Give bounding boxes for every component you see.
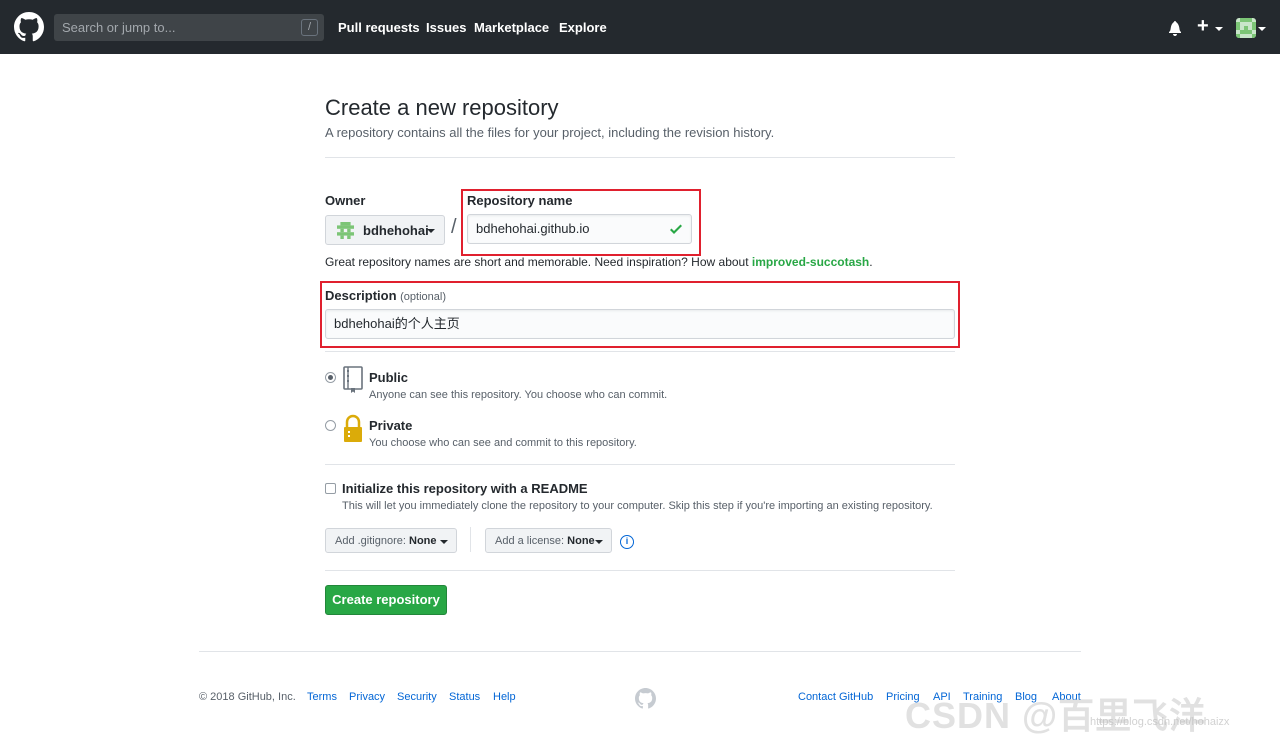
vertical-divider [470, 527, 471, 552]
create-repository-button[interactable]: Create repository [325, 585, 447, 615]
highlight-box-repo-name [461, 189, 701, 256]
chevron-down-icon [440, 540, 448, 544]
avatar[interactable] [1236, 18, 1256, 38]
footer-link-security[interactable]: Security [397, 691, 437, 703]
readme-description: This will let you immediately clone the … [342, 500, 933, 512]
search-placeholder: Search or jump to... [62, 20, 176, 35]
csdn-watermark-url: https://blog.csdn.net/hohaizx [1090, 716, 1230, 728]
github-mark-icon[interactable] [635, 688, 656, 709]
footer-link-terms[interactable]: Terms [307, 691, 337, 703]
lock-icon [344, 414, 362, 442]
footer-link-contact[interactable]: Contact GitHub [798, 691, 873, 703]
divider [325, 570, 955, 571]
nav-marketplace[interactable]: Marketplace [474, 20, 549, 35]
notification-bell-icon[interactable] [1168, 20, 1182, 36]
identicon-icon [1236, 18, 1256, 38]
repo-book-icon [343, 366, 363, 393]
license-select[interactable]: Add a license: None [485, 528, 612, 553]
chevron-down-icon [595, 540, 603, 544]
highlight-box-description [320, 281, 960, 348]
footer-link-privacy[interactable]: Privacy [349, 691, 385, 703]
public-title: Public [369, 370, 409, 385]
nav-pull-requests[interactable]: Pull requests [338, 20, 420, 35]
owner-value: bdhehohai [363, 223, 429, 238]
owner-label: Owner [325, 193, 366, 208]
private-description: You choose who can see and commit to thi… [369, 437, 637, 449]
owner-repo-separator: / [451, 216, 457, 238]
info-icon[interactable]: i [620, 535, 634, 549]
public-description: Anyone can see this repository. You choo… [369, 389, 668, 401]
csdn-watermark: CSDN @百里飞洋 [905, 695, 1207, 736]
divider [325, 351, 955, 352]
owner-identicon-icon [337, 222, 354, 239]
gitignore-select[interactable]: Add .gitignore: None [325, 528, 457, 553]
divider [325, 157, 955, 158]
chevron-down-icon [1215, 27, 1223, 31]
license-value: None [567, 535, 595, 547]
footer-copyright: © 2018 GitHub, Inc. [199, 691, 296, 703]
readme-label[interactable]: Initialize this repository with a README [342, 481, 588, 496]
nav-issues[interactable]: Issues [426, 20, 466, 35]
footer-link-status[interactable]: Status [449, 691, 480, 703]
footer-divider [199, 651, 1081, 652]
repo-name-hint: Great repository names are short and mem… [325, 255, 873, 269]
suggested-name-link[interactable]: improved-succotash [752, 255, 869, 269]
nav-explore[interactable]: Explore [559, 20, 607, 35]
private-title: Private [369, 418, 413, 433]
page-subtitle: A repository contains all the files for … [325, 125, 775, 140]
search-shortcut-key: / [301, 19, 318, 36]
github-logo-icon[interactable] [14, 12, 44, 42]
radio-public[interactable] [325, 372, 336, 383]
radio-private[interactable] [325, 420, 336, 431]
top-header: Search or jump to... / Pull requests Iss… [0, 0, 1280, 54]
chevron-down-icon [1258, 27, 1266, 31]
gitignore-value: None [409, 535, 437, 547]
page-title: Create a new repository [325, 95, 559, 120]
footer-link-help[interactable]: Help [493, 691, 516, 703]
search-input[interactable]: Search or jump to... / [54, 14, 324, 41]
divider [325, 464, 955, 465]
chevron-down-icon [427, 229, 435, 233]
owner-select[interactable]: bdhehohai [325, 215, 445, 245]
create-new-plus-icon[interactable]: + [1197, 15, 1209, 37]
readme-checkbox[interactable] [325, 483, 336, 494]
